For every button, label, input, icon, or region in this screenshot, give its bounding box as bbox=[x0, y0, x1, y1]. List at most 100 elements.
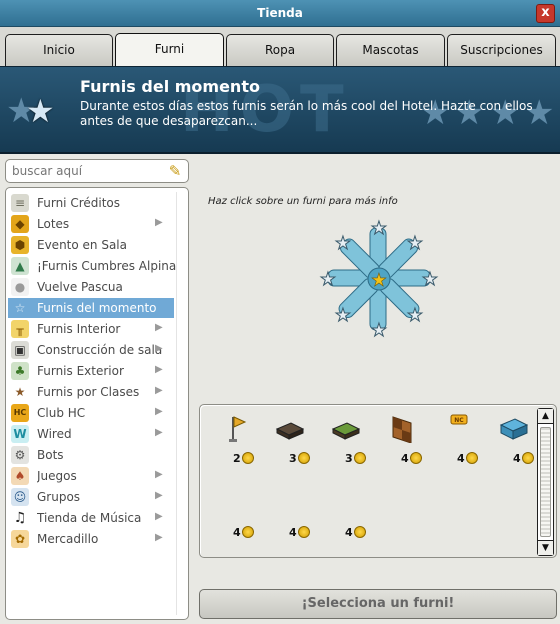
product-price: 4 bbox=[513, 452, 521, 465]
category-list: ≡ Furni Créditos ◆ Lotes ▶ ⬢ Evento en S… bbox=[5, 187, 189, 620]
product-scrollbar[interactable]: ▲ ▼ bbox=[537, 408, 554, 556]
chevron-right-icon: ▶ bbox=[155, 511, 163, 522]
preview-hint: Haz click sobre un furni para más info bbox=[208, 196, 398, 207]
coin-icon bbox=[354, 526, 366, 538]
dark-bench-icon bbox=[275, 422, 305, 440]
sidebar-item-label: Evento en Sala bbox=[37, 238, 127, 252]
blue-sofa-icon bbox=[499, 418, 529, 440]
tab-suscripciones[interactable]: Suscripciones bbox=[447, 34, 556, 66]
svg-text:★: ★ bbox=[371, 270, 387, 291]
tab-ropa[interactable]: Ropa bbox=[226, 34, 334, 66]
chevron-right-icon: ▶ bbox=[155, 217, 163, 228]
sidebar-item-vuelve-pascua[interactable]: ● Vuelve Pascua bbox=[8, 277, 174, 297]
product-item[interactable]: 3 bbox=[261, 409, 317, 467]
product-item[interactable]: 3 bbox=[317, 409, 373, 467]
product-price: 4 bbox=[345, 526, 353, 539]
star-icon: ☆ bbox=[14, 301, 26, 315]
sidebar-item-furnis-por-clases[interactable]: ★ Furnis por Clases ▶ bbox=[8, 382, 174, 402]
sidebar-item-juegos[interactable]: ♠ Juegos ▶ bbox=[8, 466, 174, 486]
sidebar-item-tienda-de-musica[interactable]: ♫ Tienda de Música ▶ bbox=[8, 508, 174, 528]
chevron-right-icon: ▶ bbox=[155, 490, 163, 501]
hc-badge-icon: HC bbox=[11, 404, 29, 422]
sidebar-scrollbar[interactable] bbox=[176, 192, 186, 615]
search-box: ✎ bbox=[5, 159, 189, 183]
search-input[interactable] bbox=[12, 163, 162, 179]
green-bench-icon bbox=[331, 422, 361, 440]
sidebar-item-lotes[interactable]: ◆ Lotes ▶ bbox=[8, 214, 174, 234]
scroll-thumb[interactable] bbox=[540, 427, 551, 537]
chevron-right-icon: ▶ bbox=[155, 343, 163, 354]
product-item[interactable]: 4 bbox=[205, 483, 261, 541]
checker-wall-icon bbox=[392, 416, 412, 443]
product-grid: 2 3 3 4 NC 4 4 4 4 4 ▲ ▼ bbox=[199, 404, 557, 558]
scroll-up-icon[interactable]: ▲ bbox=[538, 409, 553, 424]
preview-furni-image: ★ ★ ★ ★ ★ ★ ★ ★ ★ bbox=[319, 218, 438, 340]
sidebar-item-grupos[interactable]: ☺ Grupos ▶ bbox=[8, 487, 174, 507]
egg-icon: ● bbox=[11, 278, 29, 296]
flag-pole-icon bbox=[229, 416, 247, 442]
nc-badge-icon: NC bbox=[450, 414, 468, 425]
sidebar-item-evento-en-sala[interactable]: ⬢ Evento en Sala bbox=[8, 235, 174, 255]
svg-text:★: ★ bbox=[407, 233, 423, 254]
coin-icon bbox=[522, 452, 534, 464]
product-item[interactable]: 4 bbox=[485, 409, 541, 467]
coin-icon bbox=[298, 526, 310, 538]
coin-icon bbox=[466, 452, 478, 464]
sidebar-item-cumbres-alpina[interactable]: ▲ ¡Furnis Cumbres Alpina bbox=[8, 256, 176, 276]
sidebar-item-label: Vuelve Pascua bbox=[37, 280, 123, 294]
svg-text:★: ★ bbox=[320, 269, 336, 290]
product-item[interactable]: 4 bbox=[261, 483, 317, 541]
sidebar-item-furnis-del-momento[interactable]: ☆ Furnis del momento bbox=[8, 298, 174, 318]
product-price: 4 bbox=[233, 526, 241, 539]
product-item[interactable]: NC 4 bbox=[429, 409, 485, 467]
window-titlebar: Tienda x bbox=[0, 0, 560, 27]
svg-text:★: ★ bbox=[371, 320, 387, 340]
plant-icon: ♣ bbox=[11, 362, 29, 380]
pencil-icon[interactable]: ✎ bbox=[166, 162, 184, 180]
banner-star-icon: ★ bbox=[26, 92, 55, 130]
close-button[interactable]: x bbox=[536, 4, 555, 23]
product-price: 2 bbox=[233, 452, 241, 465]
product-item[interactable]: 2 bbox=[205, 409, 261, 467]
sidebar-item-furnis-exterior[interactable]: ♣ Furnis Exterior ▶ bbox=[8, 361, 174, 381]
sidebar-item-club-hc[interactable]: HC Club HC ▶ bbox=[8, 403, 174, 423]
product-item[interactable]: 4 bbox=[373, 409, 429, 467]
tab-furni[interactable]: Furni bbox=[115, 33, 224, 67]
scroll-down-icon[interactable]: ▼ bbox=[538, 540, 553, 555]
product-price: 4 bbox=[457, 452, 465, 465]
sidebar-item-wired[interactable]: W Wired ▶ bbox=[8, 424, 174, 444]
sidebar-item-construccion-de-sala[interactable]: ▣ Construcción de sala ▶ bbox=[8, 340, 174, 360]
event-cube-icon: ⬢ bbox=[11, 236, 29, 254]
svg-text:★: ★ bbox=[407, 305, 423, 326]
mountain-icon: ▲ bbox=[11, 257, 29, 275]
category-banner: HOT ★ ★ ★ ★ ★ ★ Furnis del momento Duran… bbox=[0, 66, 560, 154]
chevron-right-icon: ▶ bbox=[155, 322, 163, 333]
chevron-right-icon: ▶ bbox=[155, 427, 163, 438]
frame-icon: ▣ bbox=[11, 341, 29, 359]
sidebar-item-bots[interactable]: ⚙ Bots bbox=[8, 445, 174, 465]
product-price: 4 bbox=[401, 452, 409, 465]
tab-mascotas[interactable]: Mascotas bbox=[336, 34, 445, 66]
sidebar-item-furnis-interior[interactable]: ╥ Furnis Interior ▶ bbox=[8, 319, 174, 339]
coins-stack-icon: ≡ bbox=[11, 194, 29, 212]
product-price: 3 bbox=[345, 452, 353, 465]
wired-icon: W bbox=[11, 425, 29, 443]
coin-icon bbox=[242, 452, 254, 464]
tab-inicio[interactable]: Inicio bbox=[5, 34, 113, 66]
coin-icon bbox=[410, 452, 422, 464]
sidebar-item-furni-creditos[interactable]: ≡ Furni Créditos bbox=[8, 193, 174, 213]
product-item[interactable]: 4 bbox=[317, 483, 373, 541]
chevron-right-icon: ▶ bbox=[155, 406, 163, 417]
market-icon: ✿ bbox=[11, 530, 29, 548]
svg-text:★: ★ bbox=[371, 218, 387, 239]
select-furni-button[interactable]: ¡Selecciona un furni! bbox=[199, 589, 557, 619]
svg-text:★: ★ bbox=[335, 305, 351, 326]
group-icon: ☺ bbox=[11, 488, 29, 506]
product-price: 3 bbox=[289, 452, 297, 465]
sidebar-item-mercadillo[interactable]: ✿ Mercadillo ▶ bbox=[8, 529, 174, 549]
table-icon: ╥ bbox=[11, 320, 29, 338]
joystick-icon: ♠ bbox=[11, 467, 29, 485]
coin-icon bbox=[298, 452, 310, 464]
bot-icon: ⚙ bbox=[11, 446, 29, 464]
svg-text:★: ★ bbox=[335, 233, 351, 254]
